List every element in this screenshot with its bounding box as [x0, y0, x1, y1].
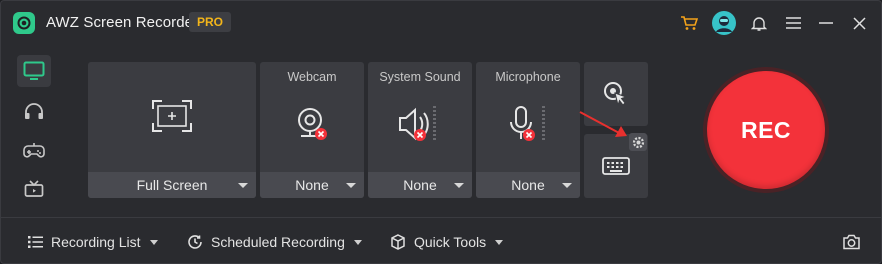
screen-mode-select[interactable]: Full Screen: [88, 172, 256, 198]
chevron-down-icon: [238, 183, 248, 188]
app-title: AWZ Screen Recorder: [46, 14, 199, 31]
app-logo-icon: [13, 12, 35, 34]
webcam-value: None: [295, 177, 329, 193]
gamepad-icon: [23, 143, 45, 158]
webcam-icon: [260, 94, 364, 154]
close-icon[interactable]: [849, 13, 869, 33]
recording-list-button[interactable]: Recording List: [28, 231, 158, 253]
microphone-label: Microphone: [495, 70, 561, 84]
divider: [1, 217, 881, 218]
chevron-down-icon: [495, 239, 504, 245]
sidebar-item-screen[interactable]: [17, 55, 51, 87]
chevron-down-icon: [454, 183, 464, 188]
list-icon: [28, 236, 43, 248]
chevron-down-icon: [346, 183, 356, 188]
system-sound-value: None: [403, 177, 437, 193]
cube-icon: [390, 234, 406, 250]
microphone-select[interactable]: None: [476, 172, 580, 198]
screen-mode-value: Full Screen: [136, 177, 208, 193]
monitor-icon: [23, 61, 45, 80]
app-window: AWZ Screen Recorder PRO Full Screen Webc…: [0, 0, 882, 264]
camera-icon: [843, 234, 860, 250]
chevron-down-icon: [353, 239, 362, 245]
webcam-tile[interactable]: Webcam None: [260, 62, 364, 198]
microphone-tile[interactable]: Microphone None: [476, 62, 580, 198]
avatar-icon[interactable]: [712, 11, 736, 35]
cursor-click-icon: [604, 82, 628, 107]
sidebar-item-game[interactable]: [17, 134, 51, 166]
arrow-annotation-icon: [579, 111, 627, 137]
sidebar-item-tv[interactable]: [17, 173, 51, 205]
microphone-icon: [476, 94, 580, 154]
webcam-select[interactable]: None: [260, 172, 364, 198]
screen-region-icon: [88, 86, 256, 146]
quick-tools-label: Quick Tools: [414, 234, 487, 250]
quick-tools-button[interactable]: Quick Tools: [390, 231, 504, 253]
cart-icon[interactable]: [679, 13, 699, 33]
tv-icon: [24, 180, 44, 197]
system-sound-tile[interactable]: System Sound None: [368, 62, 472, 198]
pro-badge[interactable]: PRO: [189, 12, 232, 32]
chevron-down-icon: [562, 183, 572, 188]
webcam-label: Webcam: [287, 70, 337, 84]
scheduled-recording-label: Scheduled Recording: [211, 234, 345, 250]
keyboard-icon: [602, 157, 630, 175]
bell-icon[interactable]: [749, 13, 769, 33]
rec-button-ring: REC: [703, 67, 829, 193]
speaker-icon: [368, 94, 472, 154]
microphone-value: None: [511, 177, 545, 193]
system-sound-select[interactable]: None: [368, 172, 472, 198]
scheduled-recording-button[interactable]: Scheduled Recording: [187, 231, 362, 253]
rec-button[interactable]: REC: [707, 71, 825, 189]
headphones-icon: [25, 103, 43, 119]
title-bar: AWZ Screen Recorder PRO: [1, 1, 881, 45]
system-sound-label: System Sound: [379, 70, 461, 84]
recording-list-label: Recording List: [51, 234, 141, 250]
chevron-down-icon: [149, 239, 158, 245]
sidebar-item-audio[interactable]: [17, 95, 51, 127]
screenshot-button[interactable]: [842, 231, 861, 253]
menu-icon[interactable]: [783, 13, 803, 33]
clock-icon: [187, 234, 203, 250]
screen-tile[interactable]: Full Screen: [88, 62, 256, 198]
minimize-icon[interactable]: [816, 13, 836, 33]
